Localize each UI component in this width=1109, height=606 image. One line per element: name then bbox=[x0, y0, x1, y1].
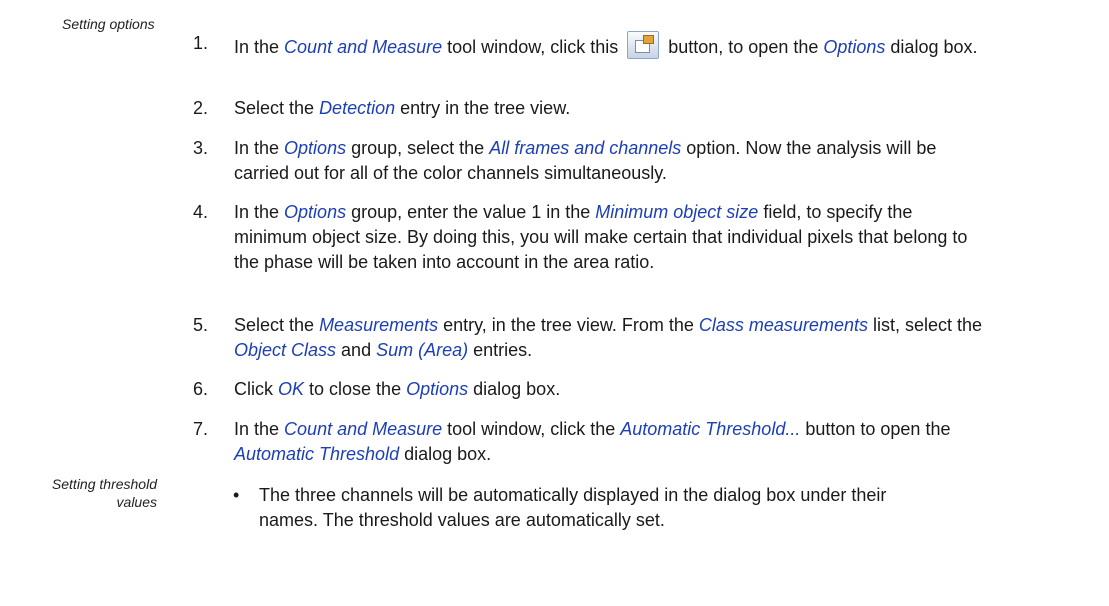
keyword: Sum (Area) bbox=[376, 340, 469, 360]
keyword: Options bbox=[284, 138, 347, 158]
step-text: In the Options group, select the All fra… bbox=[234, 136, 983, 186]
keyword: Automatic Threshold bbox=[234, 444, 400, 464]
text: entries. bbox=[468, 340, 533, 360]
step-number: 1. bbox=[193, 33, 209, 53]
step-text: Select the Detection entry in the tree v… bbox=[234, 96, 983, 121]
step-number: 2. bbox=[193, 98, 209, 118]
step-number: 5. bbox=[193, 315, 209, 335]
keyword: Automatic Threshold... bbox=[620, 419, 801, 439]
step-number: 7. bbox=[193, 419, 209, 439]
text: entry, in the tree view. From the bbox=[438, 315, 699, 335]
keyword: Options bbox=[823, 37, 886, 57]
text: dialog box. bbox=[885, 37, 978, 57]
bullet-text: The three channels will be automatically… bbox=[259, 485, 887, 530]
step-text: Select the Measurements entry, in the tr… bbox=[234, 313, 983, 363]
sidebar-label-line: values bbox=[116, 494, 157, 510]
text: In the bbox=[234, 202, 285, 222]
step-text: Click OK to close the Options dialog box… bbox=[234, 377, 983, 402]
text: Select the bbox=[234, 98, 320, 118]
step-text: In the Count and Measure tool window, cl… bbox=[234, 31, 983, 60]
step-text: In the Options group, enter the value 1 … bbox=[234, 200, 983, 275]
text: group, select the bbox=[346, 138, 490, 158]
bullet-dot: • bbox=[233, 485, 240, 505]
keyword: All frames and channels bbox=[489, 138, 682, 158]
keyword: Object Class bbox=[234, 340, 337, 360]
text: Click bbox=[234, 379, 278, 399]
step-number: 4. bbox=[193, 202, 209, 222]
text: entry in the tree view. bbox=[395, 98, 571, 118]
keyword: Measurements bbox=[319, 315, 439, 335]
keyword: Count and Measure bbox=[284, 37, 443, 57]
keyword: OK bbox=[278, 379, 305, 399]
text: tool window, click this bbox=[442, 37, 624, 57]
text: dialog box. bbox=[468, 379, 561, 399]
keyword: Minimum object size bbox=[595, 202, 759, 222]
sidebar-label-setting-options: Setting options bbox=[62, 16, 155, 32]
keyword: Options bbox=[284, 202, 347, 222]
text: and bbox=[336, 340, 377, 360]
text: Select the bbox=[234, 315, 320, 335]
text: In the bbox=[234, 138, 285, 158]
keyword: Options bbox=[406, 379, 469, 399]
options-icon bbox=[627, 31, 660, 59]
keyword: Detection bbox=[319, 98, 396, 118]
step-text: In the Count and Measure tool window, cl… bbox=[234, 417, 983, 467]
keyword: Class measurements bbox=[698, 315, 868, 335]
step-number: 6. bbox=[193, 379, 209, 399]
keyword: Count and Measure bbox=[284, 419, 443, 439]
step-number: 3. bbox=[193, 138, 209, 158]
text: dialog box. bbox=[399, 444, 492, 464]
text: In the bbox=[234, 37, 285, 57]
text: to close the bbox=[304, 379, 407, 399]
text: group, enter the value 1 in the bbox=[346, 202, 596, 222]
text: tool window, click the bbox=[442, 419, 621, 439]
text: In the bbox=[234, 419, 285, 439]
text: button, to open the bbox=[663, 37, 824, 57]
text: list, select the bbox=[867, 315, 983, 335]
sidebar-label-setting-threshold: Setting threshold values bbox=[0, 475, 157, 511]
sidebar-label-line: Setting threshold bbox=[51, 476, 157, 492]
text: button to open the bbox=[800, 419, 951, 439]
